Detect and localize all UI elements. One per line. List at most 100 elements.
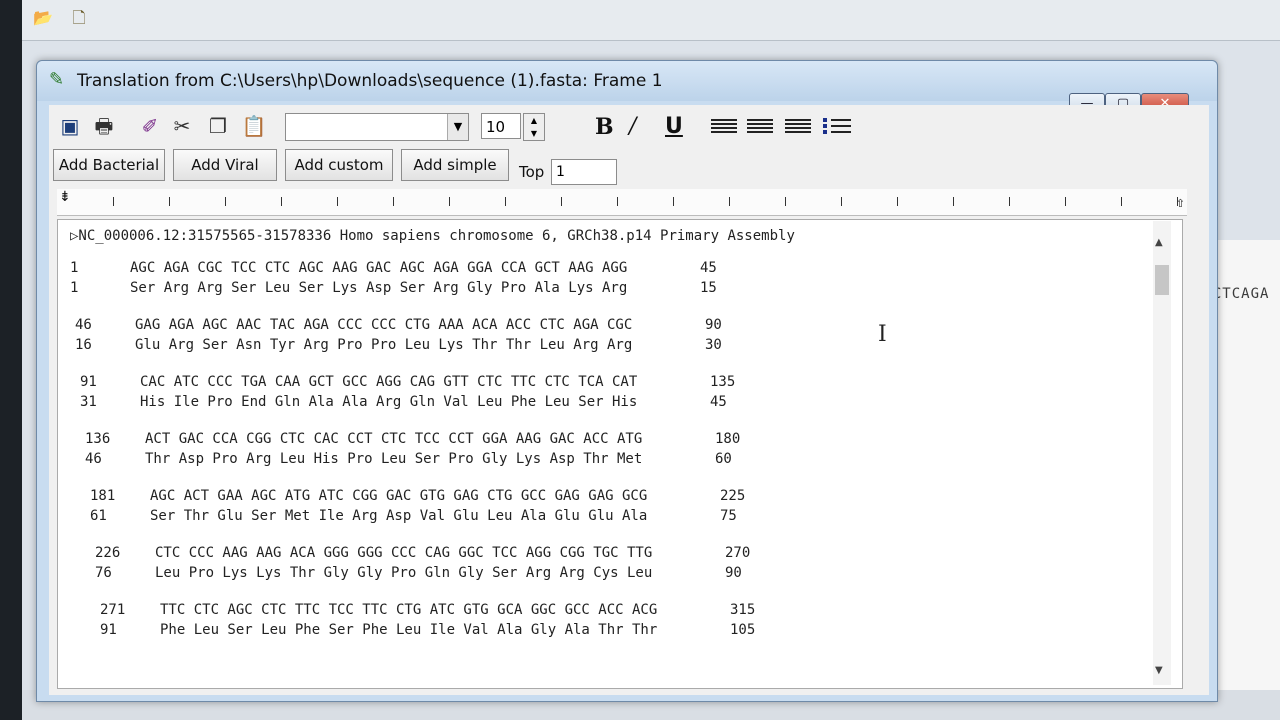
nucleotide-start-number: 136: [85, 431, 111, 447]
print-icon[interactable]: 🖶: [91, 113, 117, 139]
amino-acid-end-number: 105: [730, 622, 756, 638]
title-bar[interactable]: ✎ Translation from C:\Users\hp\Downloads…: [37, 61, 1217, 101]
ruler-tick: [1121, 197, 1122, 206]
ruler-tick: [897, 197, 898, 206]
amino-acid-end-number: 15: [700, 280, 717, 296]
nucleotide-start-number: 271: [100, 602, 126, 618]
nucleotide-end-number: 45: [700, 260, 717, 276]
nucleotide-end-number: 270: [725, 545, 751, 561]
nucleotide-start-number: 46: [75, 317, 92, 333]
ruler-tick: [1177, 197, 1178, 206]
fasta-header: ▷NC_000006.12:31575565-31578336 Homo sap…: [70, 228, 795, 244]
ruler-tick: [1065, 197, 1066, 206]
bullet-list-icon[interactable]: [823, 118, 851, 139]
window-title: Translation from C:\Users\hp\Downloads\s…: [77, 71, 663, 91]
nucleotide-end-number: 315: [730, 602, 756, 618]
eraser-icon[interactable]: ✐: [137, 113, 163, 139]
amino-acid-end-number: 30: [705, 337, 722, 353]
nucleotide-start-number: 1: [70, 260, 79, 276]
align-left-icon[interactable]: [711, 119, 737, 137]
background-toolbar: 📂 🗋: [22, 0, 1280, 41]
nucleotide-end-number: 135: [710, 374, 736, 390]
amino-acid-start-number: 61: [90, 508, 107, 524]
amino-acid-sequence: Glu Arg Ser Asn Tyr Arg Pro Pro Leu Lys …: [135, 337, 633, 353]
cut-icon[interactable]: ✂: [169, 113, 195, 139]
nucleotide-sequence: ACT GAC CCA CGG CTC CAC CCT CTC TCC CCT …: [145, 431, 643, 447]
paste-icon[interactable]: 📋: [241, 113, 267, 139]
chevron-down-icon[interactable]: ▼: [447, 114, 468, 140]
ruler-tick: [281, 197, 282, 206]
font-size-input[interactable]: 10: [481, 113, 521, 139]
nucleotide-sequence: AGC AGA CGC TCC CTC AGC AAG GAC AGC AGA …: [130, 260, 628, 276]
underline-button[interactable]: U: [665, 113, 683, 141]
amino-acid-end-number: 75: [720, 508, 737, 524]
window-client-area: ▣ 🖶 ✐ ✂ ❐ 📋 ▼ 10 ▲ ▼ B / U Add Bacterial …: [49, 105, 1209, 695]
nucleotide-sequence: CAC ATC CCC TGA CAA GCT GCC AGG CAG GTT …: [140, 374, 638, 390]
nucleotide-sequence: GAG AGA AGC AAC TAC AGA CCC CCC CTG AAA …: [135, 317, 633, 333]
translation-window: ✎ Translation from C:\Users\hp\Downloads…: [36, 60, 1218, 702]
ruler-tick: [673, 197, 674, 206]
font-name-select[interactable]: ▼: [285, 113, 469, 141]
open-folder-icon[interactable]: 📂: [32, 8, 54, 28]
ruler-tick: [337, 197, 338, 206]
amino-acid-sequence: Ser Thr Glu Ser Met Ile Arg Asp Val Glu …: [150, 508, 648, 524]
amino-acid-end-number: 45: [710, 394, 727, 410]
nucleotide-start-number: 226: [95, 545, 121, 561]
amino-acid-start-number: 91: [100, 622, 117, 638]
scroll-up-icon[interactable]: ▲: [1155, 237, 1163, 248]
nucleotide-start-number: 91: [80, 374, 97, 390]
amino-acid-end-number: 60: [715, 451, 732, 467]
add-simple-button[interactable]: Add simple: [401, 149, 509, 181]
font-size-spinner[interactable]: ▲ ▼: [523, 113, 545, 141]
nucleotide-start-number: 181: [90, 488, 116, 504]
amino-acid-start-number: 16: [75, 337, 92, 353]
nucleotide-sequence: AGC ACT GAA AGC ATG ATC CGG GAC GTG GAG …: [150, 488, 648, 504]
amino-acid-sequence: Leu Pro Lys Lys Thr Gly Gly Pro Gln Gly …: [155, 565, 653, 581]
amino-acid-sequence: Thr Asp Pro Arg Leu His Pro Leu Ser Pro …: [145, 451, 643, 467]
vertical-scrollbar[interactable]: ▲ ▼: [1153, 221, 1171, 685]
align-right-icon[interactable]: [785, 119, 811, 137]
nucleotide-sequence: TTC CTC AGC CTC TTC TCC TTC CTG ATC GTG …: [160, 602, 658, 618]
new-file-icon[interactable]: 🗋: [68, 8, 90, 28]
amino-acid-start-number: 76: [95, 565, 112, 581]
amino-acid-sequence: Ser Arg Arg Ser Leu Ser Lys Asp Ser Arg …: [130, 280, 628, 296]
ruler-tick: [841, 197, 842, 206]
ruler-tick: [1009, 197, 1010, 206]
top-input[interactable]: 1: [551, 159, 617, 185]
add-viral-button[interactable]: Add Viral: [173, 149, 277, 181]
ruler-tick: [449, 197, 450, 206]
scroll-down-icon[interactable]: ▼: [1155, 665, 1163, 676]
ruler-tick: [561, 197, 562, 206]
ruler[interactable]: ⇟ ⇧: [57, 189, 1187, 216]
ruler-tick: [617, 197, 618, 206]
copy-icon[interactable]: ❐: [205, 113, 231, 139]
ruler-tick: [505, 197, 506, 206]
top-label: Top: [519, 163, 545, 181]
ruler-tick: [729, 197, 730, 206]
amino-acid-sequence: Phe Leu Ser Leu Phe Ser Phe Leu Ile Val …: [160, 622, 658, 638]
ruler-tick: [169, 197, 170, 206]
amino-acid-end-number: 90: [725, 565, 742, 581]
add-custom-button[interactable]: Add custom: [285, 149, 393, 181]
nucleotide-sequence: CTC CCC AAG AAG ACA GGG GGG CCC CAG GGC …: [155, 545, 653, 561]
nucleotide-end-number: 90: [705, 317, 722, 333]
ruler-tick: [113, 197, 114, 206]
dna-app-icon: ✎: [49, 69, 65, 90]
amino-acid-start-number: 31: [80, 394, 97, 410]
amino-acid-start-number: 46: [85, 451, 102, 467]
sequence-document[interactable]: ▷NC_000006.12:31575565-31578336 Homo sap…: [57, 219, 1183, 689]
nucleotide-end-number: 225: [720, 488, 746, 504]
amino-acid-start-number: 1: [70, 280, 79, 296]
save-icon[interactable]: ▣: [57, 113, 83, 139]
ruler-tick: [953, 197, 954, 206]
ruler-tick: [393, 197, 394, 206]
text-cursor-icon: I: [878, 322, 887, 347]
scroll-thumb[interactable]: [1155, 265, 1169, 295]
bold-button[interactable]: B: [595, 113, 614, 141]
align-center-icon[interactable]: [747, 119, 773, 137]
add-bacterial-button[interactable]: Add Bacterial: [53, 149, 165, 181]
amino-acid-sequence: His Ile Pro End Gln Ala Ala Arg Gln Val …: [140, 394, 638, 410]
ruler-tick: [225, 197, 226, 206]
italic-button[interactable]: /: [629, 113, 636, 141]
indent-marker-icon[interactable]: ⇟: [59, 189, 71, 205]
